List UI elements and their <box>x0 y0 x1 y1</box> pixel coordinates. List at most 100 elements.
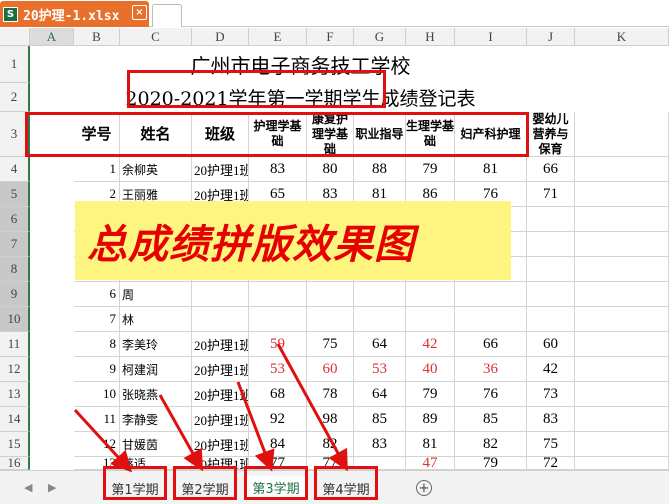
next-sheet-icon[interactable]: ▶ <box>48 481 56 494</box>
empty-cell[interactable] <box>575 357 669 382</box>
score-cell[interactable]: 85 <box>455 407 527 432</box>
row-header-8[interactable]: 8 <box>0 257 30 282</box>
score-cell[interactable]: 81 <box>406 432 455 457</box>
header-cell-8[interactable]: 婴幼儿营养与保育 <box>527 112 575 157</box>
score-cell[interactable] <box>406 282 455 307</box>
column-header-J[interactable]: J <box>527 28 575 46</box>
add-sheet-icon[interactable]: + <box>416 480 432 496</box>
score-cell[interactable]: 60 <box>307 357 354 382</box>
class-cell[interactable]: 20护理1班 <box>192 157 249 182</box>
row-header-4[interactable]: 4 <box>0 157 30 182</box>
score-cell[interactable] <box>307 307 354 332</box>
row-number-cell[interactable]: 13 <box>74 457 120 470</box>
score-cell[interactable] <box>455 282 527 307</box>
score-cell[interactable]: 79 <box>455 457 527 470</box>
score-cell[interactable]: 75 <box>527 432 575 457</box>
header-cell-6[interactable]: 生理学基础 <box>406 112 455 157</box>
column-header-H[interactable]: H <box>406 28 455 46</box>
header-cell-1[interactable]: 姓名 <box>120 112 192 157</box>
row-header-15[interactable]: 15 <box>0 432 30 457</box>
empty-cell[interactable] <box>575 232 669 257</box>
class-cell[interactable]: 20护理1班 <box>192 407 249 432</box>
row-header-3[interactable]: 3 <box>0 112 30 157</box>
new-tab-button[interactable] <box>152 4 182 27</box>
empty-cell[interactable] <box>575 182 669 207</box>
row-number-cell[interactable]: 6 <box>74 282 120 307</box>
column-header-F[interactable]: F <box>307 28 354 46</box>
row-header-10[interactable]: 10 <box>0 307 30 332</box>
score-cell[interactable]: 53 <box>354 357 406 382</box>
row-number-cell[interactable]: 10 <box>74 382 120 407</box>
score-cell[interactable] <box>527 282 575 307</box>
empty-cell[interactable] <box>575 332 669 357</box>
score-cell[interactable]: 40 <box>406 357 455 382</box>
class-cell[interactable]: 20护理1班 <box>192 382 249 407</box>
select-all-corner[interactable] <box>0 28 30 46</box>
header-cell-0[interactable]: 学号 <box>74 112 120 157</box>
student-name-cell[interactable]: 林 <box>120 307 192 332</box>
column-header-A[interactable]: A <box>30 28 74 46</box>
score-cell[interactable]: 72 <box>527 457 575 470</box>
score-cell[interactable]: 36 <box>455 357 527 382</box>
score-cell[interactable]: 88 <box>354 157 406 182</box>
score-cell[interactable]: 77 <box>307 457 354 470</box>
empty-cell[interactable] <box>575 407 669 432</box>
score-cell[interactable]: 66 <box>527 157 575 182</box>
row-header-16[interactable]: 16 <box>0 455 30 470</box>
score-cell[interactable]: 80 <box>307 157 354 182</box>
score-cell[interactable]: 75 <box>307 332 354 357</box>
score-cell[interactable]: 83 <box>354 432 406 457</box>
class-cell[interactable]: 20护理1班 <box>192 357 249 382</box>
student-name-cell[interactable]: 李静雯 <box>120 407 192 432</box>
score-cell[interactable] <box>354 282 406 307</box>
row-header-7[interactable]: 7 <box>0 232 30 257</box>
row-header-12[interactable]: 12 <box>0 357 30 382</box>
sheet-tab-2[interactable]: 第2学期 <box>175 476 235 500</box>
file-tab[interactable]: S 20护理-1.xlsx × <box>0 1 149 27</box>
empty-cell[interactable] <box>575 157 669 182</box>
score-cell[interactable] <box>527 232 575 257</box>
score-cell[interactable]: 92 <box>249 407 307 432</box>
score-cell[interactable]: 77 <box>249 457 307 470</box>
student-name-cell[interactable]: 张晓燕 <box>120 382 192 407</box>
score-cell[interactable]: 59 <box>249 332 307 357</box>
row-header-5[interactable]: 5 <box>0 182 30 207</box>
score-cell[interactable] <box>527 257 575 282</box>
column-header-D[interactable]: D <box>192 28 249 46</box>
student-name-cell[interactable]: 李美玲 <box>120 332 192 357</box>
score-cell[interactable] <box>249 282 307 307</box>
row-header-9[interactable]: 9 <box>0 282 30 307</box>
class-cell[interactable]: 20护理1班 <box>192 432 249 457</box>
close-icon[interactable]: × <box>132 5 147 20</box>
empty-cell[interactable] <box>575 382 669 407</box>
sheet-tab-1[interactable]: 第1学期 <box>105 476 165 500</box>
class-cell[interactable] <box>192 282 249 307</box>
row-header-11[interactable]: 11 <box>0 332 30 357</box>
score-cell[interactable]: 81 <box>455 157 527 182</box>
score-cell[interactable]: 82 <box>307 432 354 457</box>
score-cell[interactable]: 64 <box>354 382 406 407</box>
column-header-K[interactable]: K <box>575 28 669 46</box>
row-number-cell[interactable]: 9 <box>74 357 120 382</box>
class-cell[interactable]: 20护理1班 <box>192 332 249 357</box>
score-cell[interactable]: 64 <box>354 332 406 357</box>
student-name-cell[interactable]: 甘媛茵 <box>120 432 192 457</box>
row-header-6[interactable]: 6 <box>0 207 30 232</box>
score-cell[interactable]: 84 <box>249 432 307 457</box>
score-cell[interactable]: 47 <box>406 457 455 470</box>
header-cell-5[interactable]: 职业指导 <box>354 112 406 157</box>
column-header-G[interactable]: G <box>354 28 406 46</box>
score-cell[interactable]: 78 <box>307 382 354 407</box>
row-number-cell[interactable]: 7 <box>74 307 120 332</box>
row-header-1[interactable]: 1 <box>0 46 30 83</box>
score-cell[interactable] <box>527 307 575 332</box>
empty-cell[interactable] <box>575 307 669 332</box>
student-name-cell[interactable]: 周 <box>120 282 192 307</box>
column-header-C[interactable]: C <box>120 28 192 46</box>
header-cell-4[interactable]: 康复护理学基础 <box>307 112 354 157</box>
row-header-13[interactable]: 13 <box>0 382 30 407</box>
score-cell[interactable]: 79 <box>406 157 455 182</box>
column-header-B[interactable]: B <box>74 28 120 46</box>
student-name-cell[interactable]: 蔡适 <box>120 457 192 470</box>
score-cell[interactable]: 82 <box>455 432 527 457</box>
